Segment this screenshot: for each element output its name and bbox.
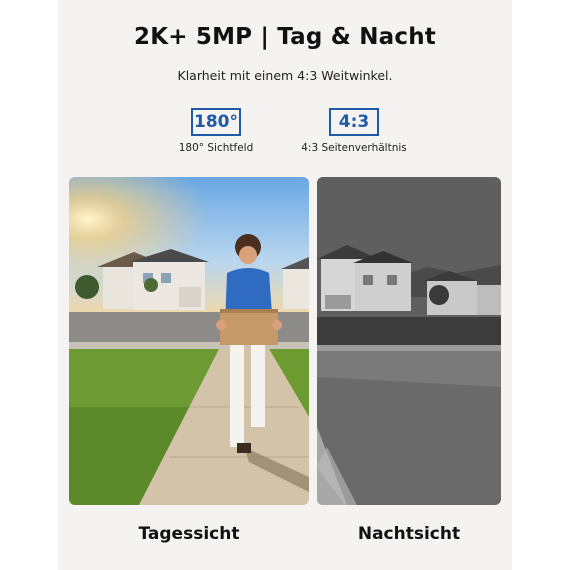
aspect-ratio-badge: 4:3 [329,108,379,136]
page-title: 2K+ 5MP | Tag & Nacht [133,24,437,50]
aspect-ratio-label: 4:3 Seitenverhältnis [301,142,407,154]
day-view-image [69,177,309,505]
night-view-image [317,177,501,505]
day-view-caption: Tagessicht [138,524,240,544]
field-of-view-badge: 180° [191,108,241,136]
field-of-view-label: 180° Sichtfeld [178,142,254,154]
night-view-caption: Nachtsicht [357,524,461,544]
page-subtitle: Klarheit mit einem 4:3 Weitwinkel. [177,68,393,83]
